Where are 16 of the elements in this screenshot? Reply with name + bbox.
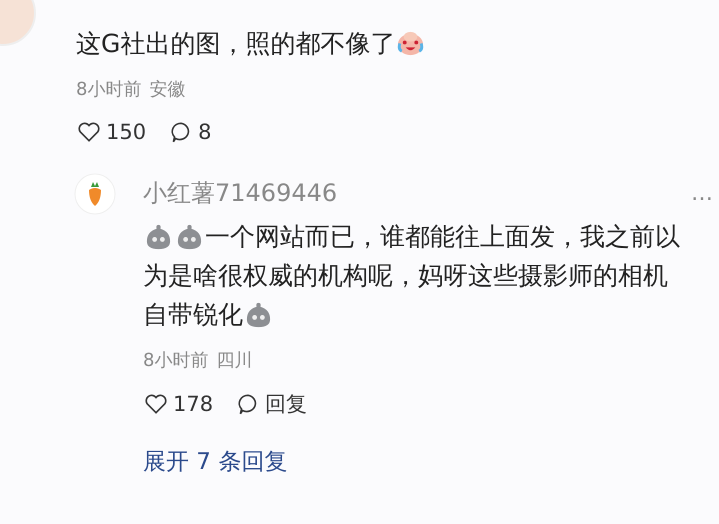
- like-count: 178: [173, 392, 214, 416]
- location-text: 四川: [216, 349, 252, 372]
- comment-text: 自带锐化: [143, 299, 243, 331]
- blob-face-emoji-icon: [144, 222, 173, 251]
- reply-button[interactable]: 回复: [265, 390, 308, 418]
- comment-text: 一个网站而已，谁都能往上面发，我之前以: [205, 221, 680, 253]
- expand-replies-link[interactable]: 展开 7 条回复: [143, 446, 288, 477]
- location-text: 安徽: [149, 78, 186, 101]
- comment-text: 这G社出的图，照的都不像了: [76, 29, 396, 58]
- like-count: 150: [106, 120, 146, 144]
- reply-count: 8: [198, 120, 212, 144]
- time-text: 8小时前: [76, 78, 142, 101]
- blob-face-emoji-icon: [175, 222, 204, 251]
- comment-text: 为是啥很权威的机构呢，妈呀这些摄影师的相机: [143, 260, 668, 292]
- blob-face-emoji-icon: [244, 300, 273, 329]
- time-text: 8小时前: [143, 349, 208, 372]
